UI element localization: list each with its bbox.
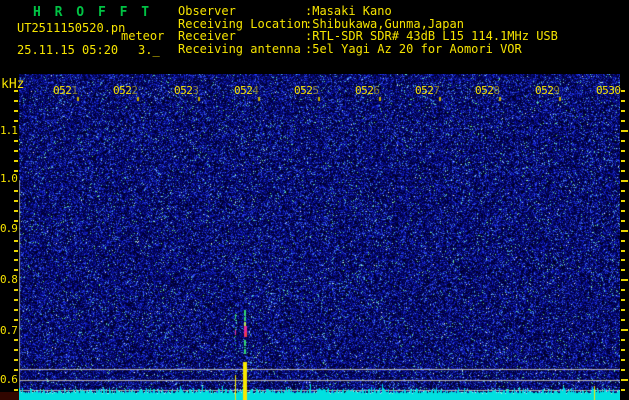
time-tick-label: 0523 [174,84,199,97]
freq-major-tick-right [621,279,628,281]
freq-minor-tick [14,90,18,92]
station-info-row: Receiving antenna :5el Yagi Az 20 for Aom… [178,43,558,56]
freq-major-tick-right [621,230,628,232]
freq-tick-label: 0.7 [0,324,18,337]
frequency-unit-label: kHz [1,77,25,92]
freq-minor-tick-right [621,349,625,351]
freq-major-tick-right [621,180,628,182]
freq-minor-tick [14,160,18,162]
freq-major-tick-right [621,379,628,381]
freq-major-tick-right [621,130,628,132]
station-info-row: Observer :Masaki Kano [178,5,558,18]
app-title: H R O F F T [33,5,153,20]
freq-minor-tick-right [621,90,625,92]
freq-minor-tick [14,210,18,212]
freq-minor-tick [14,190,18,192]
freq-minor-tick [14,120,18,122]
freq-minor-tick-right [621,339,625,341]
freq-minor-tick-right [621,319,625,321]
freq-minor-tick [14,289,18,291]
freq-minor-tick-right [621,110,625,112]
freq-minor-tick-right [621,120,625,122]
freq-minor-tick-right [621,289,625,291]
freq-minor-tick-right [621,269,625,271]
freq-minor-tick-right [621,259,625,261]
freq-minor-tick-right [621,210,625,212]
time-tick-label: 0530 [596,84,621,97]
freq-minor-tick [14,369,18,371]
freq-tick-label: 1.0 [0,172,18,185]
freq-minor-tick [14,220,18,222]
freq-minor-tick [14,140,18,142]
freq-minor-tick-right [621,299,625,301]
freq-minor-tick [14,359,18,361]
time-tick-label: 0526 [355,84,380,97]
bottom-left-corner-strip [0,392,19,400]
freq-minor-tick [14,110,18,112]
time-tick-label: 0525 [294,84,319,97]
field-label: Observer [178,4,236,18]
capture-datetime: 25.11.15 05:20 [17,43,119,57]
freq-minor-tick [14,319,18,321]
freq-minor-tick-right [621,100,625,102]
freq-major-tick-right [621,329,628,331]
freq-minor-tick-right [621,160,625,162]
filename-overlay-meteor: meteor [121,29,165,43]
spectrogram-canvas [19,74,620,400]
freq-minor-tick-right [621,220,625,222]
time-tick-label: 0527 [415,84,440,97]
time-tick-label: 0528 [475,84,500,97]
freq-minor-tick-right [621,170,625,172]
freq-minor-tick [14,240,18,242]
freq-minor-tick [14,349,18,351]
field-label: Receiver [178,29,236,44]
time-tick-label: 0529 [535,84,560,97]
freq-minor-tick [14,150,18,152]
freq-minor-tick-right [621,389,625,391]
freq-minor-tick-right [621,190,625,192]
freq-minor-tick [14,299,18,301]
freq-tick-label: 0.6 [0,373,18,386]
freq-minor-tick [14,389,18,391]
field-value: :RTL-SDR SDR# 43dB L15 114.1MHz USB [305,29,558,44]
freq-minor-tick-right [621,250,625,252]
station-info-row: Receiver :RTL-SDR SDR# 43dB L15 114.1MHz … [178,30,558,43]
freq-minor-tick [14,100,18,102]
freq-minor-tick [14,339,18,341]
freq-minor-tick [14,200,18,202]
time-tick-label: 0524 [234,84,259,97]
freq-minor-tick-right [621,200,625,202]
freq-minor-tick [14,259,18,261]
station-info-fields: Observer:Masaki Kano Receiving Location:S… [178,5,558,55]
time-tick-label: 0521 [53,84,78,97]
freq-minor-tick-right [621,150,625,152]
freq-minor-tick [14,170,18,172]
freq-minor-tick [14,250,18,252]
freq-minor-tick [14,269,18,271]
echo-counter: 3._ [138,43,160,57]
freq-minor-tick-right [621,309,625,311]
freq-minor-tick-right [621,140,625,142]
freq-tick-label: 0.9 [0,222,18,235]
hrofft-window: H R O F F T UT2511150520.pn meteor 25.11… [0,0,629,400]
field-value: :Masaki Kano [305,4,392,18]
freq-minor-tick [14,309,18,311]
freq-tick-label: 1.1 [0,124,18,137]
freq-tick-label: 0.8 [0,273,18,286]
freq-minor-tick-right [621,240,625,242]
freq-minor-tick-right [621,369,625,371]
field-value: :5el Yagi Az 20 for Aomori VOR [305,41,522,56]
capture-filename: UT2511150520.pn [17,21,126,35]
freq-minor-tick-right [621,359,625,361]
time-tick-label: 0522 [113,84,138,97]
field-label: Receiving antenna [178,41,301,56]
